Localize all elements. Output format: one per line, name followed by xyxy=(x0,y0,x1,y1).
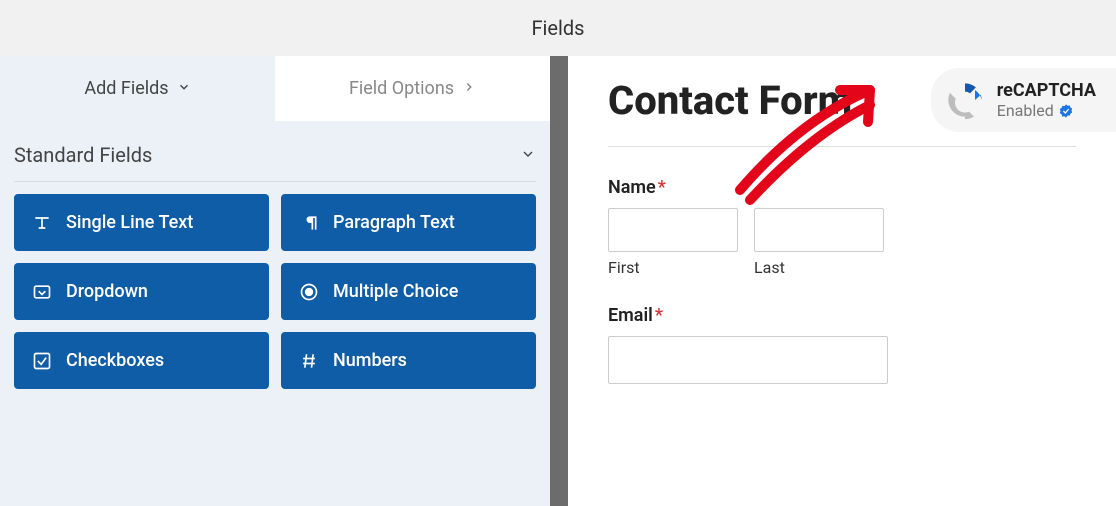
dropdown-icon xyxy=(32,282,52,302)
chevron-right-icon xyxy=(462,78,476,99)
tab-label: Field Options xyxy=(349,78,454,99)
recaptcha-icon xyxy=(945,80,985,120)
verified-icon xyxy=(1058,103,1074,119)
field-label: Paragraph Text xyxy=(333,212,455,233)
checkbox-icon xyxy=(32,351,52,371)
first-name-input[interactable] xyxy=(608,208,738,252)
badge-title: reCAPTCHA xyxy=(997,80,1096,101)
paragraph-icon xyxy=(299,213,319,233)
fields-grid: Single Line Text Paragraph Text Dropdown… xyxy=(0,194,550,389)
tab-add-fields[interactable]: Add Fields xyxy=(0,56,275,121)
first-sublabel: First xyxy=(608,258,738,277)
top-bar: Fields xyxy=(0,0,1116,56)
field-label: Checkboxes xyxy=(66,350,164,371)
field-label: Multiple Choice xyxy=(333,281,458,302)
chevron-down-icon xyxy=(177,78,191,99)
field-paragraph-text[interactable]: Paragraph Text xyxy=(281,194,536,251)
text-icon xyxy=(32,213,52,233)
form-canvas: reCAPTCHA Enabled Contact Form Name* Fir… xyxy=(568,56,1116,506)
email-label: Email* xyxy=(608,305,1076,326)
field-checkboxes[interactable]: Checkboxes xyxy=(14,332,269,389)
email-input[interactable] xyxy=(608,336,888,384)
tab-label: Add Fields xyxy=(84,78,168,99)
page-title: Fields xyxy=(532,16,585,40)
radio-icon xyxy=(299,282,319,302)
tab-field-options[interactable]: Field Options xyxy=(275,56,550,121)
section-header[interactable]: Standard Fields xyxy=(0,121,550,175)
field-label: Dropdown xyxy=(66,281,148,302)
sidebar: Add Fields Field Options Standard Fields xyxy=(0,56,550,506)
field-label: Single Line Text xyxy=(66,212,193,233)
last-sublabel: Last xyxy=(754,258,884,277)
divider-line xyxy=(14,181,536,182)
field-label: Numbers xyxy=(333,350,407,371)
form-divider xyxy=(608,146,1076,147)
tabs: Add Fields Field Options xyxy=(0,56,550,121)
chevron-down-icon xyxy=(520,143,536,167)
field-single-line-text[interactable]: Single Line Text xyxy=(14,194,269,251)
required-asterisk: * xyxy=(655,305,663,326)
field-dropdown[interactable]: Dropdown xyxy=(14,263,269,320)
name-label: Name* xyxy=(608,177,1076,198)
panel-divider xyxy=(550,56,568,506)
form-title: Contact Form xyxy=(608,80,868,122)
last-name-input[interactable] xyxy=(754,208,884,252)
required-asterisk: * xyxy=(658,177,666,198)
section-title: Standard Fields xyxy=(14,143,152,167)
recaptcha-badge[interactable]: reCAPTCHA Enabled xyxy=(931,68,1116,132)
field-multiple-choice[interactable]: Multiple Choice xyxy=(281,263,536,320)
badge-status: Enabled xyxy=(997,101,1054,120)
field-numbers[interactable]: Numbers xyxy=(281,332,536,389)
hash-icon xyxy=(299,351,319,371)
